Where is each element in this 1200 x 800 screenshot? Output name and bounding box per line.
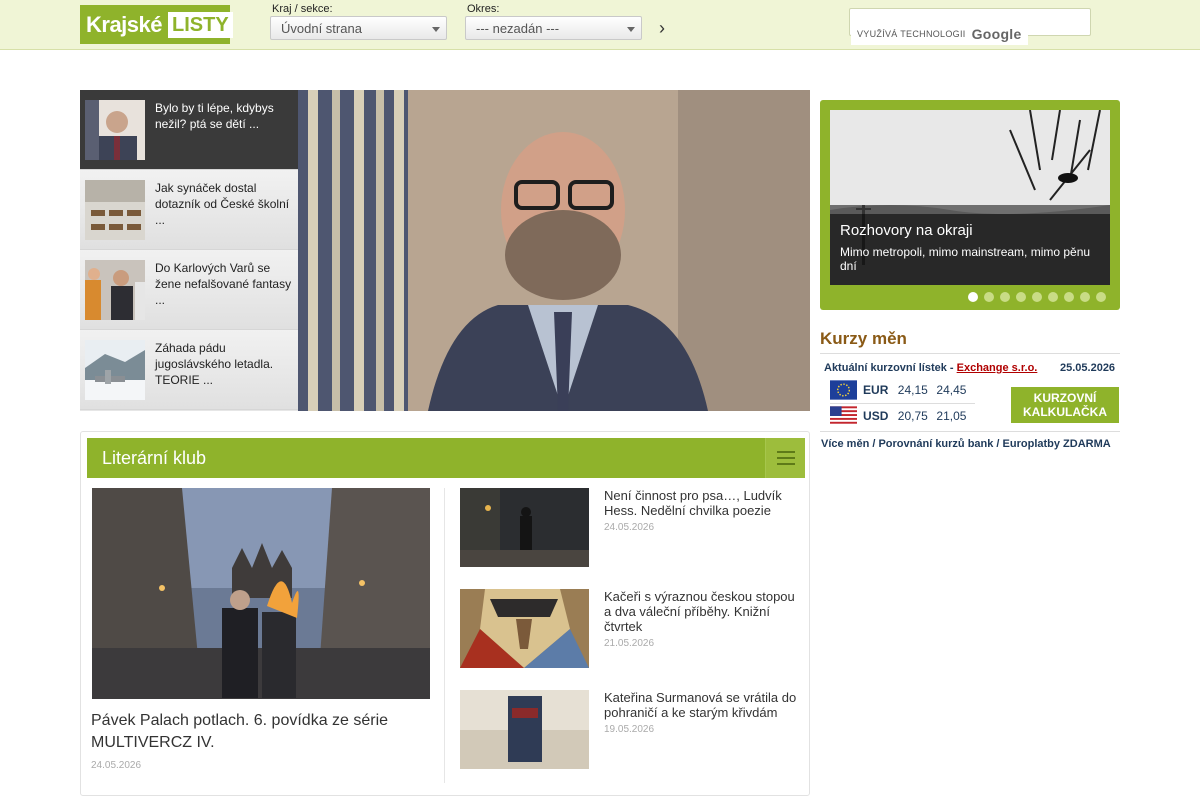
currency-calculator-button[interactable]: KURZOVNÍ KALKULAČKA xyxy=(1011,387,1119,423)
promo-dot[interactable] xyxy=(984,292,994,302)
article-date: 21.05.2026 xyxy=(604,638,655,649)
carousel-item[interactable]: Jak synáček dostal dotazník od České ško… xyxy=(80,170,298,250)
carousel-thumb-image xyxy=(85,260,145,320)
carousel-item-title: Jak synáček dostal dotazník od České ško… xyxy=(155,181,290,227)
rates-links[interactable]: Více měn / Porovnání kurzů bank / Europl… xyxy=(821,438,1111,450)
rates-title: Kurzy měn xyxy=(820,329,907,348)
article-date: 19.05.2026 xyxy=(604,724,655,735)
promo-dot[interactable] xyxy=(1048,292,1058,302)
article-image[interactable] xyxy=(460,589,589,668)
region-select-value: Úvodní strana xyxy=(281,21,362,36)
article-date: 24.05.2026 xyxy=(604,522,655,533)
promo-caption: Rozhovory na okraji Mimo metropoli, mimo… xyxy=(830,214,1110,285)
carousel-thumb-list: Bylo by ti lépe, kdybys nežil? ptá se dě… xyxy=(80,90,298,411)
district-select-value: --- nezadán --- xyxy=(476,21,560,36)
district-label: Okres: xyxy=(467,3,500,15)
article-title[interactable]: Není činnost pro psa…, Ludvík Hess. Nedě… xyxy=(604,488,800,518)
promo-dot[interactable] xyxy=(968,292,978,302)
carousel-item-title: Záhada pádu jugoslávského letadla. TEORI… xyxy=(155,341,274,387)
rate-currency: USD xyxy=(863,409,889,423)
logo-text-listy: LISTY xyxy=(168,11,233,38)
rates-header: Aktuální kurzovní lístek - Exchange s.r.… xyxy=(824,362,1037,374)
rate-currency: EUR xyxy=(863,383,889,397)
section-header: Literární klub xyxy=(87,438,805,478)
promo-pagination xyxy=(968,292,1106,302)
rate-sell: 24,45 xyxy=(936,383,967,397)
carousel-item-title: Bylo by ti lépe, kdybys nežil? ptá se dě… xyxy=(155,101,274,131)
divider xyxy=(820,431,1120,432)
carousel-thumb-image xyxy=(85,180,145,240)
article-image[interactable] xyxy=(460,690,589,769)
promo-box: Rozhovory na okraji Mimo metropoli, mimo… xyxy=(820,100,1120,310)
promo-title[interactable]: Rozhovory na okraji xyxy=(840,222,1100,239)
main-carousel: Bylo by ti lépe, kdybys nežil? ptá se dě… xyxy=(80,90,810,411)
chevron-down-icon xyxy=(432,27,440,32)
chevron-down-icon xyxy=(627,27,635,32)
logo-text-krajske: Krajské xyxy=(86,11,163,37)
rates-provider-link[interactable]: Exchange s.r.o. xyxy=(957,362,1038,374)
carousel-item[interactable]: Záhada pádu jugoslávského letadla. TEORI… xyxy=(80,330,298,410)
divider xyxy=(820,353,1120,354)
region-select[interactable]: Úvodní strana xyxy=(270,16,447,40)
menu-icon[interactable] xyxy=(765,438,805,478)
article-item: Není činnost pro psa…, Ludvík Hess. Nedě… xyxy=(460,488,800,568)
carousel-item[interactable]: Do Karlových Varů se žene nefalšované fa… xyxy=(80,250,298,330)
region-label: Kraj / sekce: xyxy=(272,3,333,15)
rate-buy: 20,75 xyxy=(897,409,928,423)
google-search-tag: VYUŽÍVÁ TECHNOLOGII Google xyxy=(851,23,1028,45)
article-image[interactable] xyxy=(460,488,589,567)
rate-buy: 24,15 xyxy=(897,383,928,397)
divider xyxy=(444,488,445,783)
site-logo[interactable]: Krajské LISTY xyxy=(80,5,233,44)
google-logo: Google xyxy=(971,26,1022,42)
carousel-item-title: Do Karlových Varů se žene nefalšované fa… xyxy=(155,261,292,307)
literary-club-section: Literární klub Pávek Palach potlach. 6. … xyxy=(80,431,810,796)
article-title[interactable]: Kačeři s výraznou českou stopou a dva vá… xyxy=(604,589,800,634)
promo-subtitle: Mimo metropoli, mimo mainstream, mimo pě… xyxy=(840,245,1091,273)
article-item: Kačeři s výraznou českou stopou a dva vá… xyxy=(460,589,800,669)
eu-flag-icon xyxy=(830,380,858,400)
carousel-hero-image[interactable] xyxy=(298,90,810,411)
promo-dot[interactable] xyxy=(1096,292,1106,302)
top-header: Krajské LISTY Kraj / sekce: Úvodní stran… xyxy=(0,0,1200,50)
promo-dot[interactable] xyxy=(1000,292,1010,302)
rate-sell: 21,05 xyxy=(936,409,967,423)
promo-dot[interactable] xyxy=(1080,292,1090,302)
rates-date: 25.05.2026 xyxy=(1060,362,1116,374)
featured-article-image[interactable] xyxy=(92,488,430,699)
article-item: Kateřina Surmanová se vrátila do pohrani… xyxy=(460,690,800,770)
search-input[interactable]: VYUŽÍVÁ TECHNOLOGII Google xyxy=(849,8,1091,45)
featured-article-title[interactable]: Pávek Palach potlach. 6. povídka ze séri… xyxy=(91,710,426,754)
section-title[interactable]: Literární klub xyxy=(102,448,206,469)
rate-row: USD 20,75 21,05 xyxy=(830,404,975,428)
carousel-thumb-image xyxy=(85,340,145,400)
featured-article-date: 24.05.2026 xyxy=(91,760,142,771)
promo-dot[interactable] xyxy=(1064,292,1074,302)
go-arrow-button[interactable]: › xyxy=(654,16,670,40)
district-select[interactable]: --- nezadán --- xyxy=(465,16,642,40)
us-flag-icon xyxy=(830,406,858,426)
search-powered-text: VYUŽÍVÁ TECHNOLOGII xyxy=(857,29,966,39)
carousel-item[interactable]: Bylo by ti lépe, kdybys nežil? ptá se dě… xyxy=(80,90,298,170)
article-title[interactable]: Kateřina Surmanová se vrátila do pohrani… xyxy=(604,690,800,720)
promo-dot[interactable] xyxy=(1032,292,1042,302)
rates-header-text: Aktuální kurzovní lístek - xyxy=(824,362,957,374)
rate-row: EUR 24,15 24,45 xyxy=(830,378,975,402)
carousel-thumb-image xyxy=(85,100,145,160)
promo-dot[interactable] xyxy=(1016,292,1026,302)
